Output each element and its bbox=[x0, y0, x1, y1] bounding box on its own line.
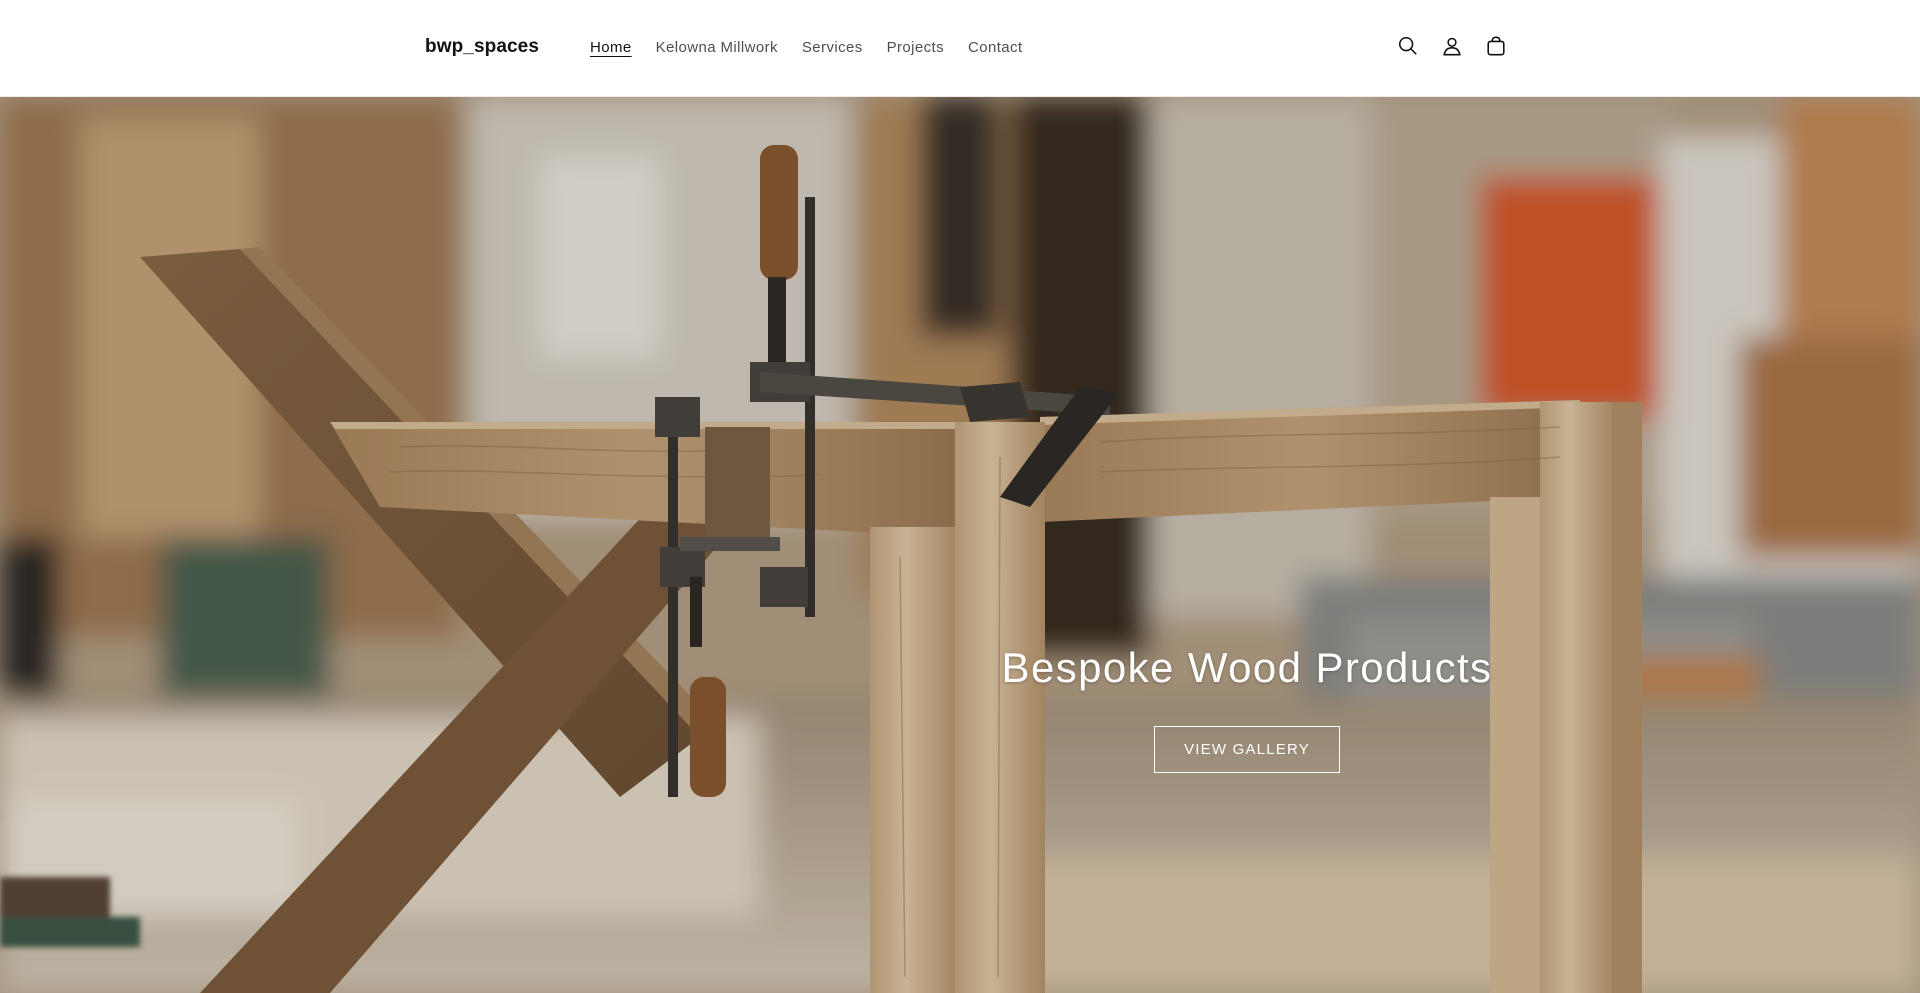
hero-overlay bbox=[0, 97, 1920, 993]
hero-title: Bespoke Wood Products bbox=[1001, 644, 1493, 691]
nav-link-kelowna-millwork[interactable]: Kelowna Millwork bbox=[644, 38, 790, 58]
main-nav: Home Kelowna Millwork Services Projects … bbox=[578, 38, 1035, 58]
cart-icon[interactable] bbox=[1484, 34, 1508, 58]
nav-link-home[interactable]: Home bbox=[578, 38, 644, 58]
site-header: bwp_spaces Home Kelowna Millwork Service… bbox=[0, 0, 1920, 97]
header-icons bbox=[1396, 34, 1508, 58]
account-icon[interactable] bbox=[1440, 34, 1464, 58]
site-logo[interactable]: bwp_spaces bbox=[425, 36, 539, 58]
view-gallery-button[interactable]: VIEW GALLERY bbox=[1154, 726, 1340, 773]
hero-banner: Bespoke Wood Products VIEW GALLERY bbox=[0, 97, 1920, 993]
nav-link-services[interactable]: Services bbox=[790, 38, 875, 58]
search-icon[interactable] bbox=[1396, 34, 1420, 58]
nav-link-projects[interactable]: Projects bbox=[875, 38, 956, 58]
hero-content: Bespoke Wood Products VIEW GALLERY bbox=[1000, 642, 1494, 773]
nav-link-contact[interactable]: Contact bbox=[956, 38, 1035, 58]
